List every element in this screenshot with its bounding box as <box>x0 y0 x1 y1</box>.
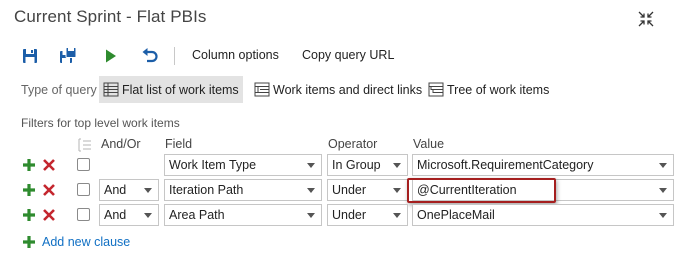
delete-clause-icon[interactable] <box>42 208 56 222</box>
chevron-down-icon <box>144 188 152 193</box>
field-select[interactable]: Iteration Path <box>164 179 322 201</box>
column-header-value: Value <box>413 137 445 151</box>
operator-value: In Group <box>332 158 381 172</box>
operator-select[interactable]: Under <box>327 204 408 226</box>
query-type-flat-list[interactable]: Flat list of work items <box>99 76 243 103</box>
query-type-tree[interactable]: Tree of work items <box>424 76 552 103</box>
column-header-field: Field <box>165 137 193 151</box>
value-select[interactable]: Microsoft.RequirementCategory <box>412 154 674 176</box>
value-select[interactable]: OnePlaceMail <box>412 204 674 226</box>
field-select[interactable]: Work Item Type <box>164 154 322 176</box>
add-new-clause-label: Add new clause <box>42 235 131 249</box>
and-or-value: And <box>104 208 127 222</box>
clause-value: @CurrentIteration <box>417 183 517 197</box>
operator-select[interactable]: In Group <box>327 154 408 176</box>
add-clause-icon[interactable] <box>22 208 36 222</box>
field-select[interactable]: Area Path <box>164 204 322 226</box>
clause-row: And Area Path Under OnePlaceMail <box>0 203 676 227</box>
play-icon[interactable] <box>100 46 120 66</box>
field-value: Iteration Path <box>169 183 244 197</box>
and-or-value: And <box>104 183 127 197</box>
save-icon[interactable] <box>20 46 40 66</box>
clause-row: And Iteration Path Under @CurrentIterati… <box>0 178 676 202</box>
filters-heading: Filters for top level work items <box>21 116 180 130</box>
chevron-down-icon <box>659 163 667 168</box>
toolbar-separator <box>174 47 175 65</box>
clause-value: Microsoft.RequirementCategory <box>417 158 594 172</box>
query-type-direct-links-label: Work items and direct links <box>273 83 423 97</box>
plus-icon <box>22 235 36 249</box>
add-clause-icon[interactable] <box>22 158 36 172</box>
chevron-down-icon <box>659 213 667 218</box>
chevron-down-icon <box>659 188 667 193</box>
field-value: Work Item Type <box>169 158 257 172</box>
column-header-operator: Operator <box>328 137 378 151</box>
query-type-tree-label: Tree of work items <box>447 83 550 97</box>
save-as-icon[interactable] <box>58 46 78 66</box>
direct-links-icon <box>254 82 270 97</box>
operator-value: Under <box>332 183 367 197</box>
clause-value: OnePlaceMail <box>417 208 495 222</box>
operator-select[interactable]: Under <box>327 179 408 201</box>
column-options-button[interactable]: Column options <box>192 48 279 62</box>
clause-checkbox[interactable] <box>77 183 90 196</box>
and-or-select[interactable]: And <box>99 179 159 201</box>
and-or-select[interactable]: And <box>99 204 159 226</box>
add-clause-icon[interactable] <box>22 183 36 197</box>
operator-value: Under <box>332 208 367 222</box>
chevron-down-icon <box>393 213 401 218</box>
copy-query-url-button[interactable]: Copy query URL <box>302 48 394 62</box>
query-type-direct-links[interactable]: Work items and direct links <box>250 76 422 103</box>
clause-checkbox[interactable] <box>77 208 90 221</box>
chevron-down-icon <box>307 213 315 218</box>
chevron-down-icon <box>393 188 401 193</box>
undo-icon[interactable] <box>140 46 160 66</box>
collapse-icon[interactable] <box>636 9 656 29</box>
column-header-and-or: And/Or <box>101 137 141 151</box>
value-select[interactable]: @CurrentIteration <box>412 179 674 201</box>
chevron-down-icon <box>144 213 152 218</box>
clause-row: Work Item Type In Group Microsoft.Requir… <box>0 153 676 177</box>
chevron-down-icon <box>307 163 315 168</box>
tree-icon <box>428 82 444 97</box>
title-bar: Current Sprint - Flat PBIs <box>0 0 676 36</box>
group-clauses-icon[interactable] <box>76 138 92 152</box>
delete-clause-icon[interactable] <box>42 158 56 172</box>
clause-checkbox[interactable] <box>77 158 90 171</box>
query-type-flat-list-label: Flat list of work items <box>122 83 239 97</box>
page-title: Current Sprint - Flat PBIs <box>14 7 207 26</box>
chevron-down-icon <box>393 163 401 168</box>
toolbar: Column options Copy query URL <box>0 42 676 70</box>
delete-clause-icon[interactable] <box>42 183 56 197</box>
query-type-selector: Type of query Flat list of work items Wo… <box>0 76 676 104</box>
chevron-down-icon <box>307 188 315 193</box>
field-value: Area Path <box>169 208 225 222</box>
query-type-label: Type of query <box>21 83 97 97</box>
flat-list-icon <box>103 82 119 97</box>
